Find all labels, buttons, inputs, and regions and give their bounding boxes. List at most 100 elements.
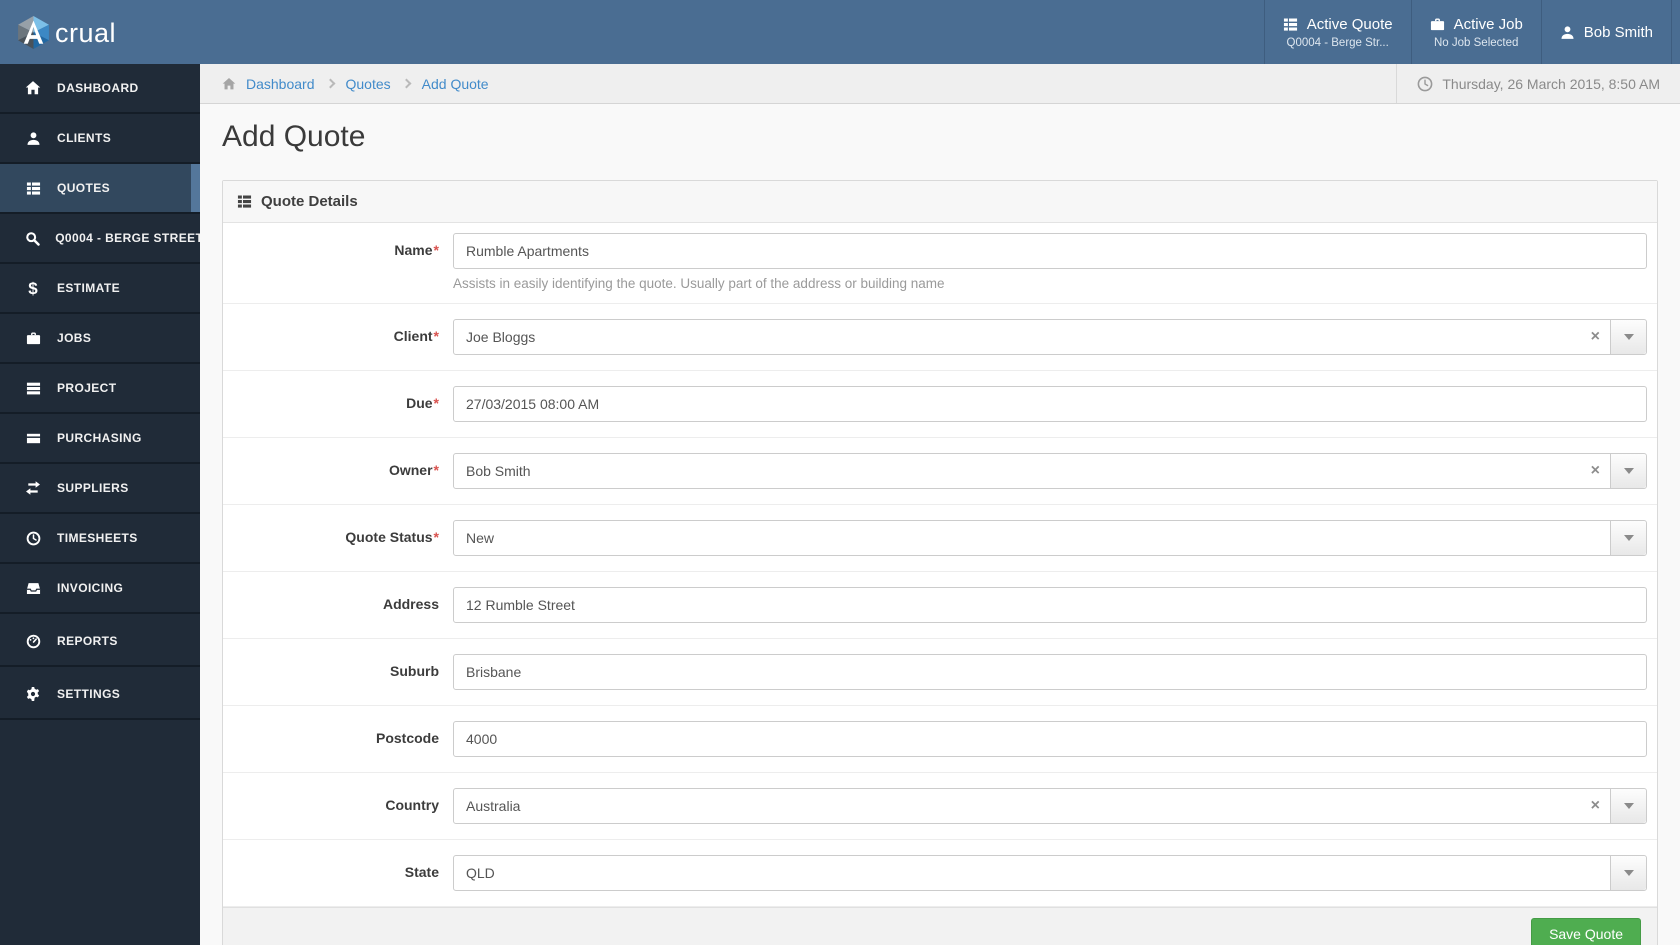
state-selected-value: QLD — [466, 865, 495, 881]
clear-icon[interactable]: × — [1591, 463, 1600, 479]
quote-status-selected-value: New — [466, 530, 495, 546]
sidebar-item-label: PURCHASING — [57, 431, 142, 445]
sidebar-item-clients[interactable]: CLIENTS — [0, 114, 200, 164]
sidebar-item-label: INVOICING — [57, 581, 124, 595]
sidebar-item-project[interactable]: PROJECT — [0, 364, 200, 414]
active-job-label: Active Job — [1453, 15, 1523, 33]
clock-icon — [1417, 76, 1433, 92]
field-row-due: Due* — [223, 371, 1657, 438]
page-title: Add Quote — [222, 120, 366, 153]
breadcrumb-dashboard[interactable]: Dashboard — [246, 76, 315, 92]
dollar-icon: $ — [28, 278, 38, 298]
content-area: Dashboard Quotes Add Quote Thursday, 26 … — [200, 64, 1680, 945]
quote-status-label: Quote Status* — [345, 529, 439, 545]
state-select[interactable]: QLD — [453, 855, 1647, 891]
sidebar-item-suppliers[interactable]: SUPPLIERS — [0, 464, 200, 514]
chevron-down-icon[interactable] — [1610, 789, 1646, 823]
sidebar-item-invoicing[interactable]: INVOICING — [0, 564, 200, 614]
gear-icon — [24, 686, 42, 702]
sidebar-item-label: PROJECT — [57, 381, 117, 395]
country-label: Country — [385, 797, 439, 813]
user-name: Bob Smith — [1583, 23, 1653, 41]
breadcrumb-add-quote: Add Quote — [421, 75, 489, 92]
active-job-menu[interactable]: Active Job No Job Selected — [1410, 0, 1541, 64]
panel-footer: Save Quote — [223, 907, 1657, 945]
home-icon — [24, 80, 42, 96]
breadcrumb: Dashboard Quotes Add Quote — [200, 64, 489, 103]
required-asterisk: * — [433, 328, 439, 344]
owner-selected-value: Bob Smith — [466, 463, 531, 479]
field-row-name: Name* Assists in easily identifying the … — [223, 223, 1657, 304]
sidebar-item-label: ESTIMATE — [57, 281, 120, 295]
due-input[interactable] — [453, 386, 1647, 422]
brand-logo[interactable]: crual — [0, 0, 116, 64]
owner-select[interactable]: Bob Smith × — [453, 453, 1647, 489]
required-asterisk: * — [433, 395, 439, 411]
sidebar-item-timesheets[interactable]: TIMESHEETS — [0, 514, 200, 564]
active-quote-menu[interactable]: Active Quote Q0004 - Berge Str... — [1263, 0, 1411, 64]
sidebar-item-active-quote[interactable]: Q0004 - BERGE STREET C — [0, 214, 200, 264]
field-row-client: Client* Joe Bloggs × — [223, 304, 1657, 371]
sidebar-item-label: DASHBOARD — [57, 81, 139, 95]
datetime-display: Thursday, 26 March 2015, 8:50 AM — [1396, 64, 1680, 103]
credit-card-icon — [24, 431, 42, 446]
field-row-country: Country Australia × — [223, 773, 1657, 840]
field-row-owner: Owner* Bob Smith × — [223, 438, 1657, 505]
chevron-down-icon[interactable] — [1610, 856, 1646, 890]
postcode-label: Postcode — [375, 730, 439, 746]
sidebar-item-label: SETTINGS — [57, 687, 121, 701]
required-asterisk: * — [433, 242, 439, 258]
gauge-icon — [24, 634, 42, 649]
sidebar-item-jobs[interactable]: JOBS — [0, 314, 200, 364]
navbar-menu: Active Quote Q0004 - Berge Str... Active… — [1263, 0, 1672, 64]
sidebar-item-label: SUPPLIERS — [57, 481, 129, 495]
home-icon[interactable] — [222, 77, 236, 91]
sidebar-item-settings[interactable]: SETTINGS — [0, 670, 200, 720]
due-label: Due* — [406, 395, 439, 411]
address-label: Address — [382, 596, 439, 612]
sidebar-item-label: QUOTES — [57, 181, 111, 195]
sidebar-item-estimate[interactable]: $ ESTIMATE — [0, 264, 200, 314]
name-input[interactable] — [453, 233, 1647, 269]
sidebar-item-purchasing[interactable]: PURCHASING — [0, 414, 200, 464]
postcode-input[interactable] — [453, 721, 1647, 757]
chevron-down-icon[interactable] — [1610, 320, 1646, 354]
field-row-postcode: Postcode — [223, 706, 1657, 773]
breadcrumb-quotes[interactable]: Quotes — [346, 76, 391, 92]
client-select[interactable]: Joe Bloggs × — [453, 319, 1647, 355]
tasks-icon — [24, 381, 42, 396]
acrual-logo-icon — [15, 15, 52, 50]
field-row-suburb: Suburb — [223, 639, 1657, 706]
list-icon — [237, 194, 252, 209]
suburb-input[interactable] — [453, 654, 1647, 690]
sidebar-item-dashboard[interactable]: DASHBOARD — [0, 64, 200, 114]
address-input[interactable] — [453, 587, 1647, 623]
sidebar-item-reports[interactable]: REPORTS — [0, 617, 200, 667]
panel-title: Quote Details — [261, 193, 358, 210]
user-icon — [24, 131, 42, 146]
clear-icon[interactable]: × — [1591, 798, 1600, 814]
datetime-text: Thursday, 26 March 2015, 8:50 AM — [1442, 75, 1660, 92]
sidebar-item-label: Q0004 - BERGE STREET C — [55, 231, 200, 245]
sidebar: DASHBOARD CLIENTS QUOTES Q0004 - BERGE S… — [0, 64, 200, 945]
user-menu[interactable]: Bob Smith — [1540, 0, 1672, 64]
field-row-state: State QLD — [223, 840, 1657, 907]
sidebar-item-label: TIMESHEETS — [57, 531, 138, 545]
owner-label: Owner* — [388, 462, 439, 478]
chevron-down-icon[interactable] — [1610, 521, 1646, 555]
quote-status-select[interactable]: New — [453, 520, 1647, 556]
chevron-down-icon[interactable] — [1610, 454, 1646, 488]
name-help-text: Assists in easily identifying the quote.… — [453, 276, 945, 291]
required-asterisk: * — [433, 529, 439, 545]
clock-icon — [24, 531, 42, 546]
briefcase-icon — [1430, 17, 1445, 32]
save-quote-button[interactable]: Save Quote — [1531, 918, 1641, 945]
sidebar-item-label: CLIENTS — [57, 131, 112, 145]
list-icon — [24, 181, 42, 196]
sidebar-item-label: REPORTS — [57, 634, 118, 648]
app-window: crual Active Quote Q0004 - Berge Str... … — [0, 0, 1680, 945]
clear-icon[interactable]: × — [1591, 329, 1600, 345]
country-select[interactable]: Australia × — [453, 788, 1647, 824]
quote-list-icon — [1283, 17, 1298, 32]
sidebar-item-quotes[interactable]: QUOTES — [0, 164, 200, 214]
